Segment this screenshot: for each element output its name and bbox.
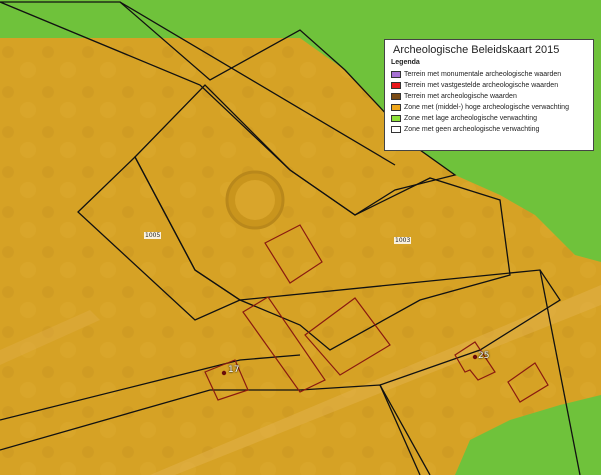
legend-label-vastgesteld: Terrein met vastgestelde archeologische …	[404, 81, 559, 89]
parcel-label-1005: 1005	[144, 232, 162, 239]
legend-label-waarden: Terrein met archeologische waarden	[404, 92, 517, 100]
legend-item-lage: Zone met lage archeologische verwachting	[391, 113, 587, 123]
legend-swatch-vastgesteld	[391, 81, 401, 89]
legend-label-geen: Zone met geen archeologische verwachting	[404, 125, 540, 133]
legend-swatch-geen	[391, 125, 401, 133]
point-label-17: 17	[228, 365, 240, 375]
legend-swatch-lage	[391, 114, 401, 122]
legend-swatch-monumental	[391, 70, 401, 78]
point-marker-25[interactable]	[472, 354, 478, 360]
legend-item-geen: Zone met geen archeologische verwachting	[391, 124, 587, 134]
legend-label-hoge: Zone met (middel-) hoge archeologische v…	[404, 103, 569, 111]
map-viewport[interactable]: 1005 1003 17 25 Archeologische Beleidska…	[0, 0, 601, 475]
point-label-25: 25	[478, 351, 490, 361]
legend-swatch-hoge	[391, 103, 401, 111]
legend-title: Archeologische Beleidskaart 2015	[393, 44, 560, 56]
round-structure-inner	[235, 180, 275, 220]
legend-item-waarden: Terrein met archeologische waarden	[391, 91, 587, 101]
point-marker-17[interactable]	[221, 370, 227, 376]
legend-item-monumental: Terrein met monumentale archeologische w…	[391, 69, 587, 79]
legend-item-vastgesteld: Terrein met vastgestelde archeologische …	[391, 80, 587, 90]
legend-items: Terrein met monumentale archeologische w…	[391, 69, 587, 134]
legend-swatch-waarden	[391, 92, 401, 100]
legend-panel: Archeologische Beleidskaart 2015 Legenda…	[384, 39, 594, 151]
legend-label-lage: Zone met lage archeologische verwachting	[404, 114, 538, 122]
legend-item-hoge: Zone met (middel-) hoge archeologische v…	[391, 102, 587, 112]
legend-subtitle: Legenda	[391, 59, 420, 66]
legend-label-monumental: Terrein met monumentale archeologische w…	[404, 70, 562, 78]
parcel-label-1003: 1003	[394, 237, 412, 244]
